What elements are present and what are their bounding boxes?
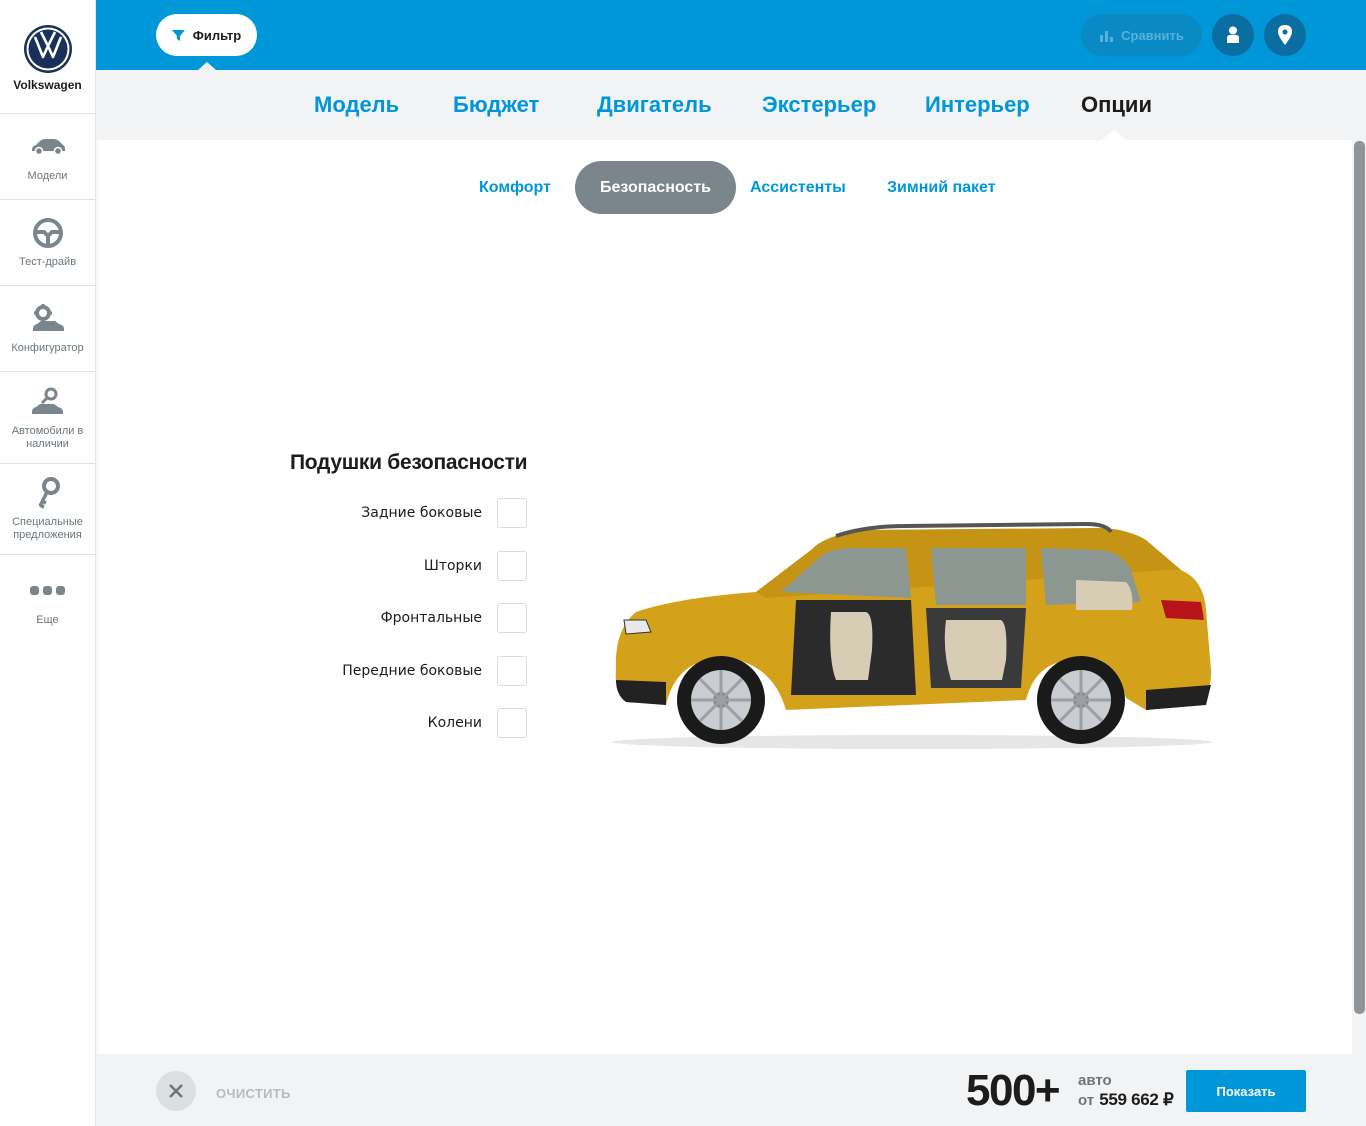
- option-label: Шторки: [423, 558, 482, 574]
- subtab-assistants[interactable]: Ассистенты: [750, 161, 846, 214]
- section-title: Подушки безопасности: [290, 451, 528, 474]
- sidebar-item-test-drive[interactable]: Тест-драйв: [0, 200, 95, 286]
- sidebar-item-configurator[interactable]: Конфигуратор: [0, 286, 95, 372]
- price-value: 559 662 ₽: [1099, 1090, 1174, 1109]
- top-bar: Фильтр Сравнить: [96, 0, 1366, 70]
- configurator-icon: [28, 302, 68, 336]
- car-illustration: [612, 521, 1212, 749]
- subtab-safety[interactable]: Безопасность: [575, 161, 736, 214]
- filter-button[interactable]: Фильтр: [156, 14, 257, 56]
- location-pin-icon: [1278, 25, 1292, 45]
- user-icon: [1227, 26, 1239, 43]
- checkbox[interactable]: [497, 656, 527, 686]
- scrollbar-thumb[interactable]: [1354, 141, 1365, 1014]
- user-button[interactable]: [1212, 14, 1254, 56]
- sidebar-item-label: Еще: [36, 613, 59, 626]
- option-label: Задние боковые: [361, 505, 482, 521]
- tab-engine[interactable]: Двигатель: [597, 92, 712, 118]
- filter-caret: [198, 62, 216, 70]
- bottom-bar: ОЧИСТИТЬ 500+ авто от 559 662 ₽ Показать: [96, 1054, 1366, 1126]
- key-icon: [28, 476, 68, 510]
- vw-logo: [23, 25, 72, 73]
- count-unit: авто: [1078, 1072, 1112, 1089]
- option-rear-side-airbags[interactable]: Задние боковые: [361, 498, 527, 528]
- option-knee-airbags[interactable]: Колени: [428, 708, 527, 738]
- sidebar-item-label: Модели: [27, 170, 68, 182]
- car-search-icon: [28, 385, 68, 419]
- sidebar-item-models[interactable]: Модели: [0, 114, 95, 200]
- sidebar-item-label: Специальные предложения: [12, 516, 83, 541]
- compare-label: Сравнить: [1121, 27, 1184, 43]
- main-tabs: Модель Бюджет Двигатель Экстерьер Интерь…: [96, 70, 1366, 141]
- tab-budget[interactable]: Бюджет: [453, 92, 539, 118]
- car-icon: [28, 130, 68, 164]
- tab-model[interactable]: Модель: [314, 92, 399, 118]
- brand-name: Volkswagen: [13, 78, 82, 92]
- close-icon: [169, 1084, 183, 1098]
- sidebar-item-label: Автомобили в наличии: [11, 424, 84, 450]
- checkbox[interactable]: [497, 603, 527, 633]
- subtab-winter-package[interactable]: Зимний пакет: [887, 161, 996, 214]
- sidebar-item-in-stock[interactable]: Автомобили в наличии: [0, 372, 95, 464]
- checkbox[interactable]: [497, 498, 527, 528]
- checkbox[interactable]: [497, 708, 527, 738]
- show-results-button[interactable]: Показать: [1186, 1070, 1306, 1112]
- option-curtain-airbags[interactable]: Шторки: [424, 551, 527, 581]
- tab-options[interactable]: Опции: [1081, 92, 1152, 118]
- compare-icon: [1100, 31, 1114, 42]
- clear-label[interactable]: ОЧИСТИТЬ: [216, 1086, 291, 1101]
- result-count: 500+: [966, 1066, 1061, 1115]
- brand[interactable]: Volkswagen: [0, 0, 95, 114]
- option-front-side-airbags[interactable]: Передние боковые: [342, 656, 527, 686]
- sidebar: Volkswagen Модели Тест-драйв Конфигурато…: [0, 0, 96, 1126]
- clear-button[interactable]: [156, 1071, 196, 1111]
- sidebar-item-more[interactable]: Еще: [0, 555, 95, 645]
- option-label: Колени: [427, 715, 482, 731]
- price-prefix: от: [1078, 1092, 1095, 1109]
- sidebar-item-label: Тест-драйв: [18, 256, 77, 268]
- sidebar-item-special-offers[interactable]: Специальные предложения: [0, 464, 95, 555]
- active-tab-caret: [1100, 130, 1128, 141]
- compare-button[interactable]: Сравнить: [1081, 14, 1202, 56]
- tab-exterior[interactable]: Экстерьер: [762, 92, 876, 118]
- filter-icon: [171, 29, 185, 41]
- steering-wheel-icon: [28, 216, 68, 250]
- filter-label: Фильтр: [192, 27, 242, 43]
- more-dots-icon: [28, 574, 68, 608]
- sidebar-item-label: Конфигуратор: [11, 342, 84, 354]
- option-label: Передние боковые: [342, 663, 482, 679]
- price-summary: от 559 662 ₽: [1078, 1090, 1174, 1110]
- tab-interior[interactable]: Интерьер: [925, 92, 1030, 118]
- location-button[interactable]: [1264, 14, 1306, 56]
- option-label: Фронтальные: [380, 610, 482, 626]
- checkbox[interactable]: [497, 551, 527, 581]
- option-front-airbags[interactable]: Фронтальные: [381, 603, 527, 633]
- subtab-comfort[interactable]: Комфорт: [479, 161, 551, 214]
